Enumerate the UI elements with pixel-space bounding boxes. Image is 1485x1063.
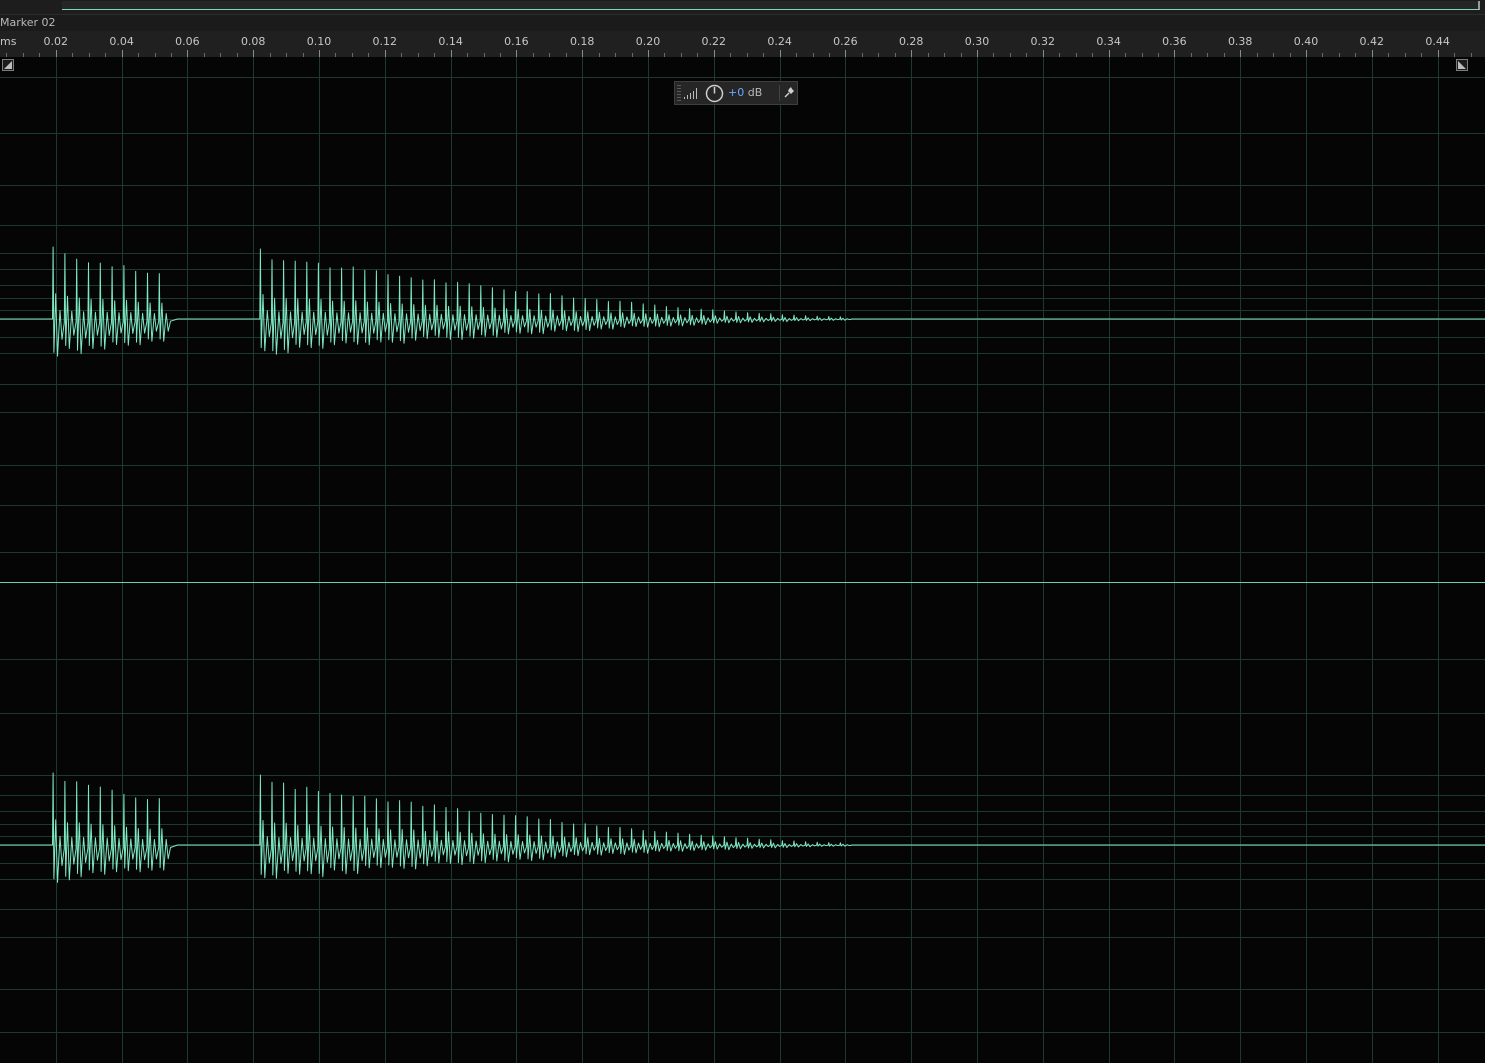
time-ruler[interactable]: ms 0.02 0.04 0.06 0.08 0.10 0.12 0.14 0.16 0.18 0… bbox=[0, 31, 1485, 58]
hud-divider bbox=[779, 85, 780, 101]
ruler-major-tick bbox=[582, 50, 583, 57]
ruler-tick-label: 0.26 bbox=[833, 35, 858, 48]
ruler-major-tick bbox=[319, 50, 320, 57]
ruler-major-tick bbox=[845, 50, 846, 57]
waveform-editor: Marker 02 ms 0.02 0.04 0.06 0.08 0.10 0.12 0.1… bbox=[0, 0, 1485, 1063]
zoom-corner-left-icon[interactable] bbox=[2, 59, 14, 71]
ruler-tick-label: 0.34 bbox=[1096, 35, 1121, 48]
ruler-major-tick bbox=[187, 50, 188, 57]
ruler-tick-label: 0.36 bbox=[1162, 35, 1187, 48]
ruler-tick-label: 0.04 bbox=[109, 35, 134, 48]
channel-left-waveform bbox=[0, 246, 1485, 357]
zoom-corner-right-icon[interactable] bbox=[1456, 59, 1468, 71]
ruler-tick-label: 0.02 bbox=[43, 35, 69, 48]
channel-right-waveform bbox=[0, 772, 1485, 883]
marker-label[interactable]: Marker 02 bbox=[0, 16, 56, 29]
ruler-major-tick bbox=[516, 50, 517, 57]
ruler-major-tick bbox=[253, 50, 254, 57]
signal-bars-icon bbox=[684, 88, 697, 99]
ruler-major-tick bbox=[1372, 50, 1373, 57]
gain-unit: dB bbox=[744, 86, 763, 99]
ruler-major-tick bbox=[780, 50, 781, 57]
marker-bar: Marker 02 bbox=[0, 15, 1485, 31]
ruler-unit-label: ms bbox=[0, 35, 17, 48]
ruler-tick-label: 0.42 bbox=[1359, 35, 1385, 48]
volume-hud[interactable]: +0 dB bbox=[674, 81, 798, 105]
ruler-major-tick bbox=[385, 50, 386, 57]
ruler-major-tick bbox=[1109, 50, 1110, 57]
ruler-tick-label: 0.40 bbox=[1293, 35, 1319, 48]
ruler-major-tick bbox=[977, 50, 978, 57]
ruler-major-tick bbox=[1306, 50, 1307, 57]
waveform-display[interactable] bbox=[0, 57, 1485, 1063]
gain-knob-icon[interactable] bbox=[705, 84, 724, 103]
ruler-tick-label: 0.32 bbox=[1030, 35, 1056, 48]
overview-bar[interactable] bbox=[0, 0, 1485, 15]
ruler-major-tick bbox=[648, 50, 649, 57]
overview-visible-range[interactable] bbox=[62, 1, 1480, 10]
ruler-tick-label: 0.44 bbox=[1425, 35, 1450, 48]
hud-grip-handle[interactable] bbox=[677, 85, 681, 101]
ruler-tick-label: 0.06 bbox=[175, 35, 200, 48]
ruler-tick-label: 0.16 bbox=[504, 35, 529, 48]
ruler-tick-label: 0.24 bbox=[767, 35, 792, 48]
ruler-major-tick bbox=[56, 50, 57, 57]
ruler-tick-label: 0.12 bbox=[372, 35, 398, 48]
ruler-tick-label: 0.30 bbox=[964, 35, 990, 48]
ruler-major-tick bbox=[1174, 50, 1175, 57]
waveform-canvas bbox=[0, 57, 1485, 1063]
gain-value[interactable]: +0 bbox=[728, 86, 744, 99]
ruler-tick-label: 0.08 bbox=[240, 35, 266, 48]
ruler-major-tick bbox=[911, 50, 912, 57]
ruler-tick-label: 0.14 bbox=[438, 35, 463, 48]
gain-value-readout[interactable]: +0 dB bbox=[728, 86, 762, 99]
ruler-major-tick bbox=[1438, 50, 1439, 57]
ruler-tick-label: 0.22 bbox=[701, 35, 727, 48]
ruler-major-tick bbox=[714, 50, 715, 57]
ruler-tick-label: 0.38 bbox=[1227, 35, 1253, 48]
pin-icon[interactable] bbox=[783, 86, 795, 99]
ruler-tick-label: 0.18 bbox=[569, 35, 595, 48]
ruler-tick-label: 0.28 bbox=[898, 35, 924, 48]
ruler-tick-label: 0.20 bbox=[635, 35, 661, 48]
ruler-major-tick bbox=[122, 50, 123, 57]
ruler-major-tick bbox=[451, 50, 452, 57]
ruler-major-tick bbox=[1043, 50, 1044, 57]
ruler-tick-label: 0.10 bbox=[306, 35, 332, 48]
ruler-major-tick bbox=[1240, 50, 1241, 57]
